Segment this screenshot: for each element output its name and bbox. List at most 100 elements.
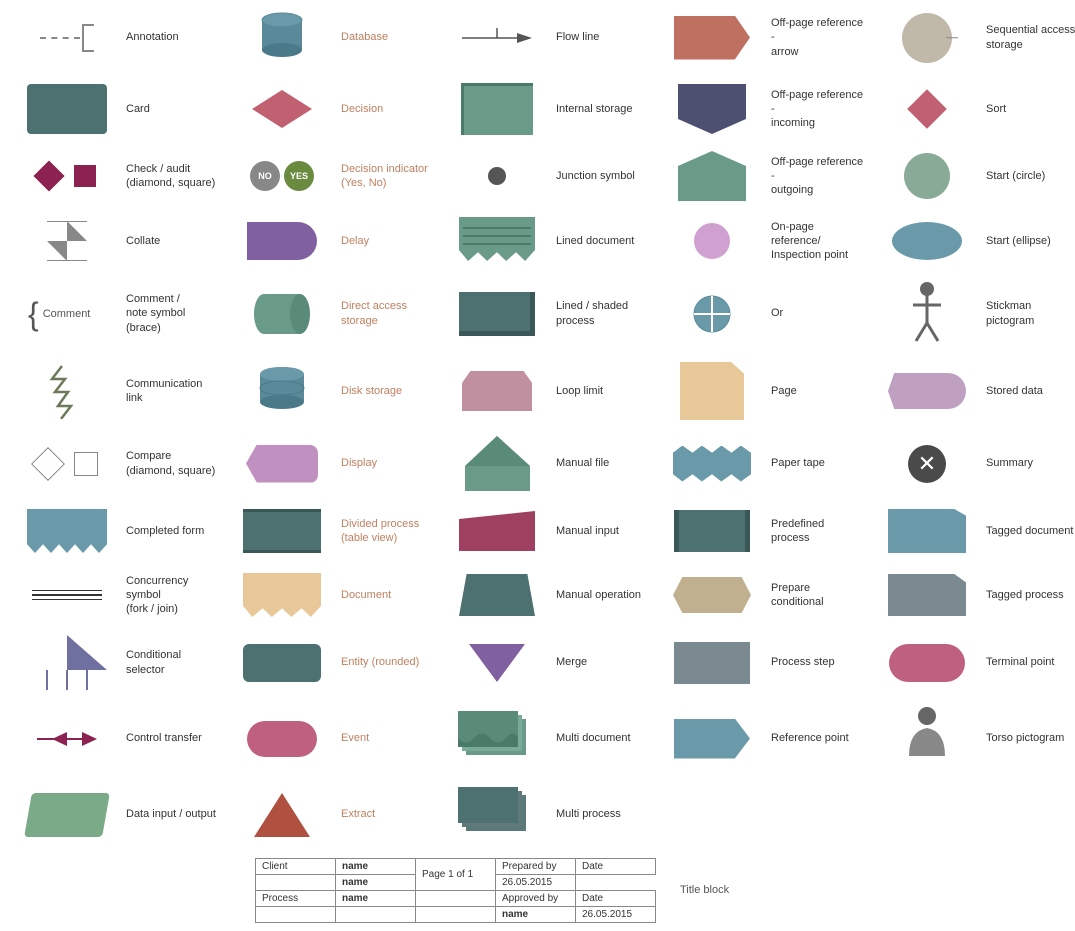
cell-control-transfer: Control transfer	[8, 700, 223, 777]
summary-shape: ✕	[908, 445, 946, 483]
shape-area-comm-link	[12, 364, 122, 419]
merge-label: Merge	[552, 655, 649, 669]
multi-process-label: Multi process	[552, 807, 649, 821]
cell-start-circle: Start (circle)	[868, 145, 1075, 207]
shape-area-disk-storage	[227, 364, 337, 419]
row4: Collate Delay Lined document	[0, 209, 1075, 273]
row7: Compare(diamond, square) Display Manual …	[0, 428, 1075, 499]
manual-file-label: Manual file	[552, 456, 649, 470]
direct-access-shape	[252, 290, 312, 338]
shape-area-lined-shaded	[442, 292, 552, 336]
cell-summary: ✕ Summary	[868, 430, 1075, 497]
dec-yes: YES	[284, 161, 314, 191]
shape-area-delay	[227, 222, 337, 260]
stored-data-label: Stored data	[982, 384, 1075, 398]
cell-disk-storage: Disk storage	[223, 356, 438, 426]
cell-loop-limit: Loop limit	[438, 356, 653, 426]
document-label: Document	[337, 588, 434, 602]
conc-line1	[32, 590, 102, 592]
compare-label: Compare(diamond, square)	[122, 449, 219, 478]
shape-area-comment: { Comment	[12, 298, 122, 330]
cell-off-page-outgoing: Off-page reference -outgoing	[653, 145, 868, 207]
disk-storage-shape	[255, 364, 310, 419]
concurrency-shape	[32, 590, 102, 601]
cell-or: Or	[653, 275, 868, 352]
empty-cell2	[416, 907, 496, 923]
cell-manual-op: Manual operation	[438, 565, 653, 625]
cell-internal-storage: Internal storage	[438, 77, 653, 141]
summary-x-icon: ✕	[918, 451, 936, 477]
cell-manual-input: Manual input	[438, 501, 653, 561]
comment-label: Comment /note symbol (brace)	[122, 292, 219, 335]
comm-link-shape	[47, 364, 87, 419]
annotation-label: Annotation	[122, 30, 219, 44]
shape-area-check-audit	[12, 165, 122, 187]
prepared-name-val: name	[336, 875, 416, 891]
multi-doc-shape	[458, 711, 536, 766]
collate-label: Collate	[122, 234, 219, 248]
card-label: Card	[122, 102, 219, 116]
cell-lined-shaded: Lined / shaded process	[438, 275, 653, 352]
prepared-name-cell	[256, 875, 336, 891]
shape-area-tagged-doc	[872, 509, 982, 553]
cell-terminal: Terminal point	[868, 629, 1075, 696]
start-circle-label: Start (circle)	[982, 169, 1075, 183]
manual-input-label: Manual input	[552, 524, 649, 538]
loop-limit-label: Loop limit	[552, 384, 649, 398]
cell-ref-point: Reference point	[653, 700, 868, 777]
internal-storage-label: Internal storage	[552, 102, 649, 116]
cell-compare: Compare(diamond, square)	[8, 430, 223, 497]
page-cell: Page 1 of 1	[416, 859, 496, 891]
sort-label: Sort	[982, 102, 1075, 116]
database-label: Database	[337, 30, 434, 44]
cell-junction: Junction symbol	[438, 145, 653, 207]
shape-area-direct-access	[227, 290, 337, 338]
cell-check-audit: Check / audit(diamond, square)	[8, 145, 223, 207]
shape-area-tagged-proc	[872, 574, 982, 616]
decision-label: Decision	[337, 102, 434, 116]
page-label: Page	[767, 384, 864, 398]
shape-area-stored-data	[872, 373, 982, 409]
tagged-proc-shape	[888, 574, 966, 616]
cell-decision-ind: NO YES Decision indicator(Yes, No)	[223, 145, 438, 207]
cell-concurrency: Concurrency symbol(fork / join)	[8, 565, 223, 625]
prepare-cond-label: Prepare conditional	[767, 581, 864, 610]
cell-sort: Sort	[868, 77, 1075, 141]
sort-shape	[907, 89, 947, 129]
database-shape	[257, 10, 307, 65]
shape-area-conditional-sel	[12, 635, 122, 690]
page-shape	[680, 362, 744, 420]
cell-database: Database	[223, 4, 438, 71]
or-shape	[692, 294, 732, 334]
shape-area-ref-point	[657, 719, 767, 759]
symbols-grid: Annotation Database	[0, 0, 1075, 75]
cell-process-step: Process step	[653, 629, 868, 696]
row11: Control transfer Event Multi document	[0, 698, 1075, 779]
cell-empty-4	[653, 781, 868, 848]
cell-completed-form: Completed form	[8, 501, 223, 561]
cell-stored-data: Stored data	[868, 356, 1075, 426]
direct-access-label: Direct access storage	[337, 299, 434, 328]
cell-comm-link: Communication link	[8, 356, 223, 426]
cell-off-page-arrow: Off-page reference -arrow	[653, 4, 868, 71]
shape-area-annotation	[12, 24, 122, 52]
compare-square	[74, 452, 98, 476]
shape-area-database	[227, 10, 337, 65]
shape-area-data-io	[12, 793, 122, 837]
delay-label: Delay	[337, 234, 434, 248]
terminal-shape	[889, 644, 965, 682]
conc-line2	[32, 594, 102, 596]
shape-area-prepare-cond	[657, 577, 767, 613]
check-diamond	[33, 160, 64, 191]
approved-label-cell: Approved by	[496, 891, 576, 907]
dec-no: NO	[250, 161, 280, 191]
shape-area-event	[227, 721, 337, 757]
date-label-cell: Date	[576, 859, 656, 875]
summary-label: Summary	[982, 456, 1075, 470]
entity-rounded-label: Entity (rounded)	[337, 655, 434, 669]
prepare-cond-shape	[673, 577, 751, 613]
flow-line-label: Flow line	[552, 30, 649, 44]
lined-shaded-label: Lined / shaded process	[552, 299, 649, 328]
data-io-label: Data input / output	[122, 807, 219, 821]
shape-area-on-page-ref	[657, 223, 767, 259]
